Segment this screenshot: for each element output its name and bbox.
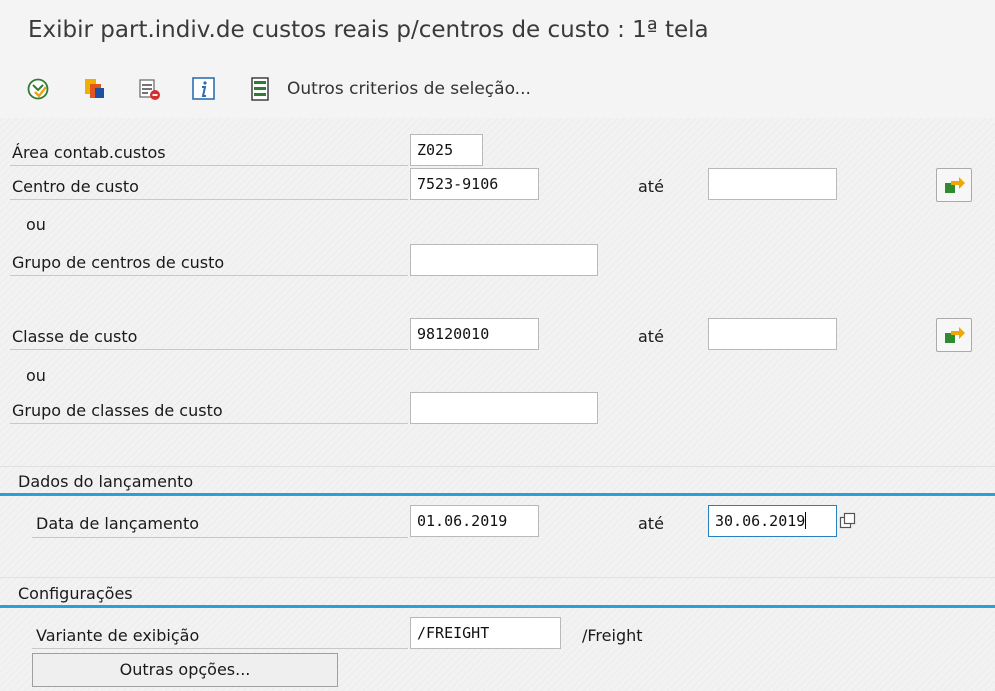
cost-center-multiple-selection-button[interactable]: [936, 168, 972, 202]
cost-center-label: Centro de custo: [12, 177, 139, 196]
posting-date-to-input[interactable]: 30.06.2019: [708, 505, 837, 537]
cost-center-group-underline: [10, 275, 408, 276]
copy-selection-icon[interactable]: [82, 76, 108, 102]
application-toolbar: Outros criterios de seleção...: [0, 62, 995, 118]
info-icon[interactable]: [191, 76, 217, 102]
posting-date-underline: [32, 537, 408, 538]
calendar-help-icon[interactable]: [839, 512, 857, 530]
cost-element-from-input[interactable]: 98120010: [410, 318, 539, 350]
posting-section-top-divider: [0, 466, 995, 467]
area-input[interactable]: Z025: [410, 134, 483, 166]
layout-underline: [32, 648, 408, 649]
cost-center-to-label: até: [638, 177, 664, 196]
cost-center-underline: [10, 199, 408, 200]
cost-center-group-label: Grupo de centros de custo: [12, 253, 225, 272]
posting-date-from-input[interactable]: 01.06.2019: [410, 505, 539, 537]
or-label-1: ou: [26, 215, 46, 234]
multiple-selection-icon: [945, 327, 965, 343]
other-criteria-button[interactable]: Outros criterios de seleção...: [287, 79, 531, 99]
posting-date-label: Data de lançamento: [36, 514, 199, 533]
posting-section-title: Dados do lançamento: [18, 472, 194, 491]
page-title: Exibir part.indiv.de custos reais p/cent…: [28, 17, 709, 43]
cost-element-multiple-selection-button[interactable]: [936, 318, 972, 352]
cost-element-group-underline: [10, 423, 408, 424]
cost-element-label: Classe de custo: [12, 327, 138, 346]
cost-element-group-input[interactable]: [410, 392, 598, 424]
area-label: Área contab.custos: [12, 143, 166, 162]
delete-selection-icon[interactable]: [137, 76, 163, 102]
layout-description: /Freight: [582, 626, 643, 645]
execute-icon[interactable]: [26, 76, 52, 102]
cost-center-from-input[interactable]: 7523-9106: [410, 168, 539, 200]
title-bar: Exibir part.indiv.de custos reais p/cent…: [0, 0, 995, 62]
posting-date-to-value: 30.06.2019: [715, 512, 806, 530]
or-label-2: ou: [26, 366, 46, 385]
cost-center-to-input[interactable]: [708, 168, 837, 200]
area-underline: [10, 165, 408, 166]
settings-section-top-divider: [0, 577, 995, 578]
settings-section-accent-line: [0, 605, 995, 608]
cost-center-group-input[interactable]: [410, 244, 598, 276]
cost-element-underline: [10, 349, 408, 350]
cost-element-group-label: Grupo de classes de custo: [12, 401, 223, 420]
more-options-button[interactable]: Outras opções...: [32, 653, 338, 687]
text-cursor: [805, 512, 807, 529]
posting-section-accent-line: [0, 493, 995, 496]
layout-label: Variante de exibição: [36, 626, 200, 645]
settings-section-title: Configurações: [18, 584, 133, 603]
other-criteria-icon[interactable]: [248, 76, 274, 102]
cost-element-to-label: até: [638, 327, 664, 346]
layout-input[interactable]: /FREIGHT: [410, 617, 561, 649]
posting-date-to-label: até: [638, 514, 664, 533]
multiple-selection-icon: [945, 177, 965, 193]
cost-element-to-input[interactable]: [708, 318, 837, 350]
